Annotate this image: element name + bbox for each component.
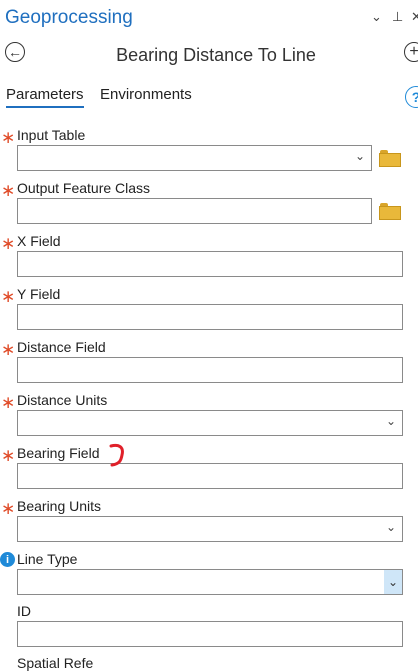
required-icon: ∗ — [1, 181, 16, 200]
pin-icon[interactable]: ⊥ — [392, 9, 403, 25]
param-label: Output Feature Class — [17, 180, 151, 196]
param-label-partial: Spatial Refe — [17, 655, 94, 671]
chevron-down-icon[interactable]: ⌄ — [384, 570, 402, 594]
required-icon: ∗ — [1, 234, 16, 253]
required-icon: ∗ — [1, 340, 16, 359]
required-icon: ∗ — [1, 446, 16, 465]
pane-header: Geoprocessing ⌄ ⊥ ✕ — [0, 0, 418, 38]
param-label: Input Table — [17, 127, 86, 143]
bearing-field-input[interactable] — [17, 463, 403, 489]
tab-environments[interactable]: Environments — [100, 86, 192, 103]
bearing-units-dropdown[interactable]: ⌄ — [17, 516, 403, 542]
tool-title: Bearing Distance To Line — [116, 45, 316, 65]
pane-title: Geoprocessing — [5, 7, 133, 28]
param-label: Bearing Units — [17, 498, 102, 514]
param-label: Y Field — [17, 286, 61, 302]
info-icon[interactable]: i — [0, 552, 15, 567]
red-annotation-bracket — [109, 443, 124, 467]
input-table-dropdown[interactable]: ⌄ — [17, 145, 372, 171]
required-icon: ∗ — [1, 393, 16, 412]
chevron-down-icon: ⌄ — [354, 149, 365, 163]
param-label: Line Type — [17, 551, 78, 567]
param-label: Bearing Field — [17, 445, 100, 461]
x-field-input[interactable] — [17, 251, 403, 277]
y-field-input[interactable] — [17, 304, 403, 330]
required-icon: ∗ — [1, 499, 16, 518]
close-icon[interactable]: ✕ — [411, 9, 418, 25]
distance-field-input[interactable] — [17, 357, 403, 383]
plus-icon[interactable]: + — [404, 42, 418, 62]
param-label: X Field — [17, 233, 61, 249]
tab-parameters[interactable]: Parameters — [6, 86, 84, 108]
required-icon: ∗ — [1, 128, 16, 147]
chevron-down-icon: ⌄ — [385, 414, 396, 428]
folder-icon[interactable] — [379, 150, 401, 167]
pane-options-chevron-icon[interactable]: ⌄ — [371, 9, 382, 25]
tab-bar: Parameters Environments — [0, 84, 418, 110]
param-label: Distance Units — [17, 392, 108, 408]
tool-title-bar: ← Bearing Distance To Line + — [0, 38, 418, 72]
required-icon: ∗ — [1, 287, 16, 306]
output-feature-class-field[interactable] — [17, 198, 372, 224]
param-label: ID — [17, 603, 31, 619]
id-field-input[interactable] — [17, 621, 403, 647]
line-type-dropdown[interactable]: ⌄ — [17, 569, 403, 595]
param-label: Distance Field — [17, 339, 106, 355]
chevron-down-icon: ⌄ — [385, 520, 396, 534]
folder-icon[interactable] — [379, 203, 401, 220]
distance-units-dropdown[interactable]: ⌄ — [17, 410, 403, 436]
